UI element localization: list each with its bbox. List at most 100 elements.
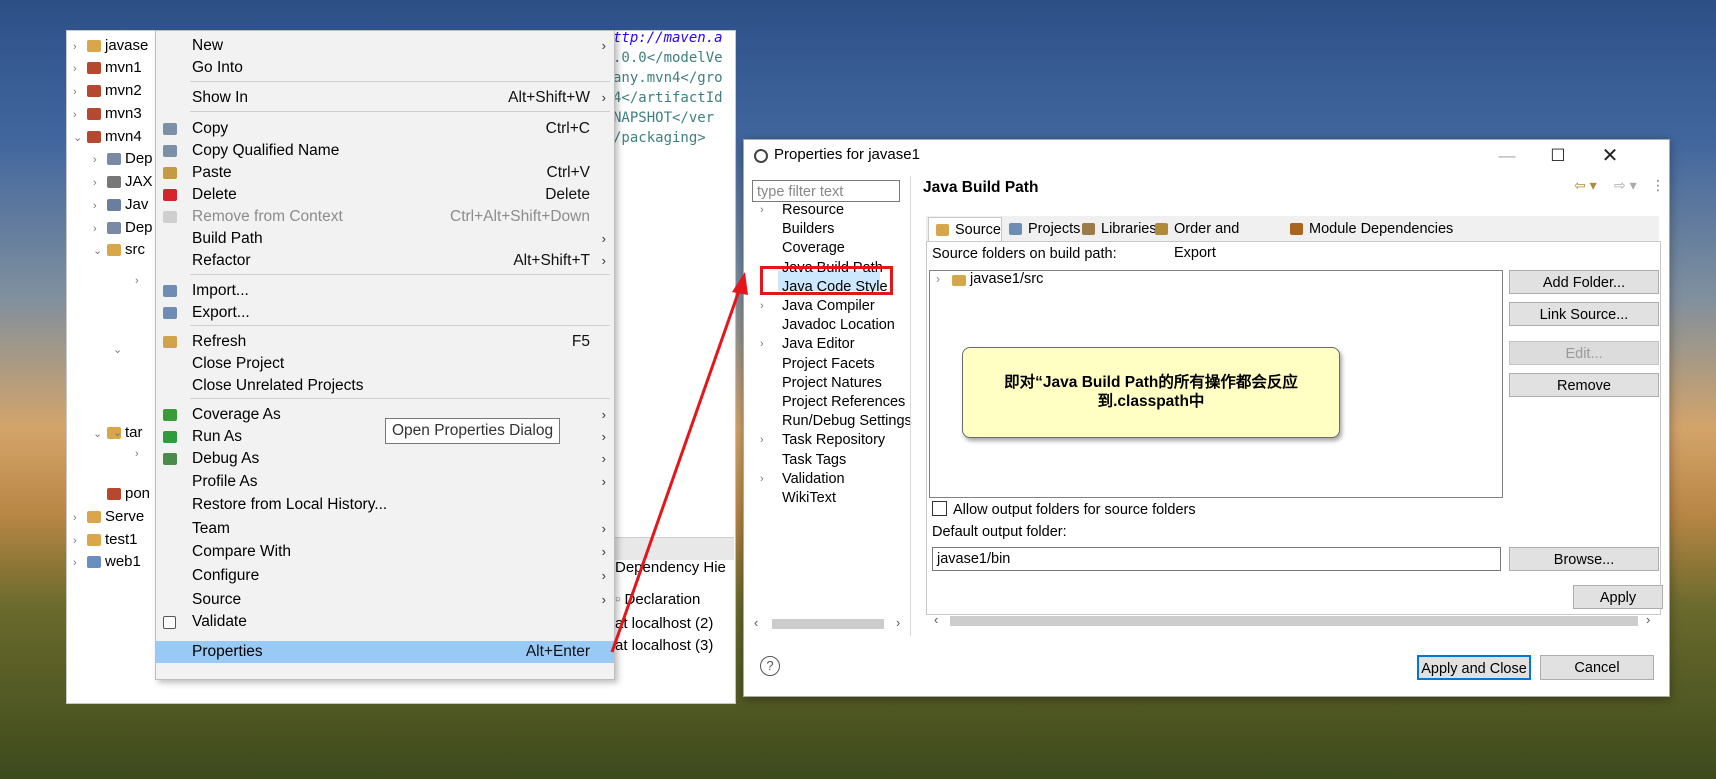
forward-nav-icon[interactable]: ⇨ ▾	[1614, 177, 1637, 194]
expand-icon[interactable]: ›	[93, 218, 107, 240]
menu-item-build-path[interactable]: Build Path ›	[156, 228, 614, 250]
expand-icon[interactable]: ›	[760, 296, 776, 316]
expand-icon[interactable]: ⌄	[93, 423, 107, 445]
expand-icon[interactable]: ›	[760, 469, 776, 489]
allow-output-option[interactable]: Allow output folders for source folders	[932, 501, 1196, 518]
menu-item-close-project[interactable]: Close Project	[156, 353, 614, 375]
default-output-field[interactable]: javase1/bin	[932, 547, 1501, 571]
code-line[interactable]: /packaging>	[613, 130, 706, 146]
expand-icon[interactable]: ⌄	[93, 240, 107, 262]
back-nav-icon[interactable]: ⇦ ▾	[1574, 177, 1597, 194]
code-line[interactable]: .0.0</modelVe	[613, 50, 723, 66]
expand-icon[interactable]: ⌄	[113, 422, 127, 444]
tab-source[interactable]: Source	[928, 217, 1002, 241]
menu-item-team[interactable]: Team ›	[156, 518, 614, 540]
menu-item-copy-qualified-name[interactable]: Copy Qualified Name	[156, 140, 614, 162]
tab-projects[interactable]: Projects	[1002, 217, 1080, 241]
tree-node[interactable]: › Dep	[93, 148, 153, 170]
menu-item-new[interactable]: New ›	[156, 35, 614, 57]
remove-button[interactable]: Remove	[1509, 373, 1659, 397]
expand-icon[interactable]: ›	[73, 552, 87, 574]
expand-icon[interactable]: ›	[73, 507, 87, 529]
expand-icon[interactable]: ›	[73, 36, 87, 58]
cancel-button[interactable]: Cancel	[1540, 655, 1654, 680]
add-folder-button[interactable]: Add Folder...	[1509, 270, 1659, 294]
expand-icon[interactable]: ›	[93, 172, 107, 194]
menu-item-compare-with[interactable]: Compare With ›	[156, 541, 614, 563]
expand-icon[interactable]: ›	[936, 272, 940, 286]
menu-item-debug-as[interactable]: Debug As ›	[156, 448, 614, 470]
allow-output-checkbox[interactable]	[932, 501, 947, 516]
menu-item-import[interactable]: Import...	[156, 280, 614, 302]
expand-icon[interactable]: ›	[73, 81, 87, 103]
apply-and-close-button[interactable]: Apply and Close	[1417, 655, 1531, 680]
scroll-right-icon[interactable]: ›	[896, 615, 900, 630]
tab-order-and-export[interactable]: Order and Export	[1148, 217, 1283, 261]
link-source-button[interactable]: Link Source...	[1509, 302, 1659, 326]
expand-icon[interactable]: ›	[73, 104, 87, 126]
menu-item-show-in[interactable]: Show In Alt+Shift+W ›	[156, 87, 614, 109]
tree-node[interactable]: › JAX	[93, 171, 153, 193]
scroll-right-icon[interactable]: ›	[1646, 612, 1650, 627]
menu-item-delete[interactable]: Delete Delete	[156, 184, 614, 206]
tree-node[interactable]: › javase	[73, 35, 148, 57]
nav-horizontal-scrollbar[interactable]: ‹ ›	[750, 615, 908, 632]
browse-button[interactable]: Browse...	[1509, 547, 1659, 571]
pane-horizontal-scrollbar[interactable]: ‹ ›	[930, 612, 1658, 629]
menu-item-paste[interactable]: Paste Ctrl+V	[156, 162, 614, 184]
expand-icon[interactable]: ›	[73, 58, 87, 80]
tree-node[interactable]: › mvn1	[73, 57, 142, 79]
expand-icon[interactable]: ›	[93, 149, 107, 171]
tree-node[interactable]: pon	[93, 483, 150, 505]
expand-icon[interactable]: ⌄	[113, 339, 127, 361]
tree-node[interactable]: › mvn2	[73, 80, 142, 102]
expand-icon[interactable]: ›	[135, 443, 149, 465]
server-row-1[interactable]: at localhost (2)	[615, 615, 713, 632]
menu-item-export[interactable]: Export...	[156, 302, 614, 324]
menu-item-profile-as[interactable]: Profile As ›	[156, 471, 614, 493]
edit-button[interactable]: Edit...	[1509, 341, 1659, 365]
scroll-left-icon[interactable]: ‹	[934, 612, 938, 627]
tab-libraries[interactable]: Libraries	[1075, 217, 1157, 241]
menu-item-restore-from-local-history[interactable]: Restore from Local History...	[156, 494, 614, 516]
tree-node[interactable]: › Jav	[93, 194, 148, 216]
tree-node[interactable]: › mvn3	[73, 103, 142, 125]
expand-icon[interactable]: ⌄	[73, 127, 87, 149]
pane-scroll-thumb[interactable]	[950, 616, 1638, 626]
tab-module-dependencies[interactable]: Module Dependencies	[1283, 217, 1463, 241]
close-button[interactable]: ✕	[1588, 142, 1632, 170]
code-line[interactable]: NAPSHOT</ver	[613, 110, 714, 126]
expand-icon[interactable]: ›	[93, 195, 107, 217]
scroll-left-icon[interactable]: ‹	[754, 615, 758, 630]
tree-node[interactable]: › test1	[73, 529, 138, 551]
nav-scroll-thumb[interactable]	[772, 619, 884, 629]
menu-item-refactor[interactable]: Refactor Alt+Shift+T ›	[156, 250, 614, 272]
tree-node[interactable]: ⌄ src	[93, 239, 145, 261]
menu-item-properties[interactable]: Properties Alt+Enter	[156, 641, 614, 663]
help-icon[interactable]: ?	[760, 656, 780, 676]
source-entry[interactable]: javase1/src	[970, 271, 1043, 287]
menu-item-refresh[interactable]: Refresh F5	[156, 331, 614, 353]
tree-node[interactable]: › Serve	[73, 506, 144, 528]
maximize-button[interactable]: ☐	[1536, 142, 1580, 170]
expand-icon[interactable]: ›	[760, 200, 776, 220]
view-menu-icon[interactable]: ⋮	[1651, 177, 1665, 194]
code-line[interactable]: any.mvn4</gro	[613, 70, 723, 86]
menu-item-go-into[interactable]: Go Into	[156, 57, 614, 79]
tree-node[interactable]: › web1	[73, 551, 141, 573]
menu-item-validate[interactable]: Validate	[156, 611, 614, 633]
code-line[interactable]: ttp://maven.a	[613, 30, 723, 46]
expand-icon[interactable]: ›	[73, 530, 87, 552]
filter-input[interactable]: type filter text	[752, 180, 900, 202]
apply-button[interactable]: Apply	[1573, 585, 1663, 609]
server-row-2[interactable]: at localhost (3)	[615, 637, 713, 654]
expand-icon[interactable]: ›	[135, 270, 149, 292]
code-line[interactable]: 4</artifactId	[613, 90, 723, 106]
tree-node[interactable]: › Dep	[93, 217, 153, 239]
menu-item-close-unrelated-projects[interactable]: Close Unrelated Projects	[156, 375, 614, 397]
tree-node[interactable]: ⌄ mvn4	[73, 126, 142, 148]
minimize-button[interactable]: —	[1485, 142, 1529, 170]
dependency-hierarchy-tab[interactable]: Dependency Hie	[615, 559, 726, 576]
menu-item-source[interactable]: Source ›	[156, 589, 614, 611]
expand-icon[interactable]: ›	[760, 334, 776, 354]
